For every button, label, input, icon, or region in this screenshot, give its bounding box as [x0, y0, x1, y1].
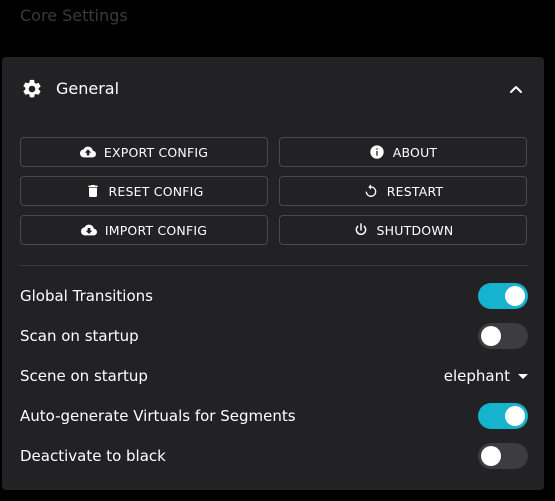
- shutdown-button[interactable]: SHUTDOWN: [279, 215, 527, 245]
- import-config-button[interactable]: IMPORT CONFIG: [20, 215, 268, 245]
- auto-generate-toggle[interactable]: [478, 403, 528, 429]
- restart-icon: [365, 184, 377, 197]
- toggle-knob: [481, 446, 501, 466]
- restart-label: RESTART: [386, 183, 444, 199]
- global-transitions-toggle[interactable]: [478, 283, 528, 309]
- scene-on-startup-label: Scene on startup: [20, 367, 148, 385]
- scan-on-startup-label: Scan on startup: [20, 327, 139, 345]
- about-label: ABOUT: [392, 144, 438, 160]
- reset-config-button[interactable]: RESET CONFIG: [20, 176, 268, 206]
- power-icon: [355, 223, 366, 235]
- general-settings-card: General EXPORT CONFIG ABOUT RESET CONFIG…: [2, 57, 544, 490]
- gear-icon: [23, 79, 41, 98]
- reset-config-label: RESET CONFIG: [108, 183, 204, 199]
- auto-generate-row: Auto-generate Virtuals for Segments: [20, 401, 528, 431]
- card-title: General: [56, 79, 120, 98]
- toggle-knob: [481, 326, 501, 346]
- shutdown-label: SHUTDOWN: [376, 222, 454, 238]
- global-transitions-row: Global Transitions: [20, 281, 528, 311]
- deactivate-row: Deactivate to black: [20, 441, 528, 471]
- toggle-knob: [505, 286, 525, 306]
- import-config-label: IMPORT CONFIG: [104, 222, 208, 238]
- cloud-download-icon: [80, 224, 97, 236]
- export-config-button[interactable]: EXPORT CONFIG: [20, 137, 268, 167]
- page-title: Core Settings: [20, 6, 128, 25]
- scene-on-startup-row: Scene on startup elephant: [20, 361, 528, 391]
- divider: [20, 265, 528, 266]
- cloud-upload-icon: [79, 146, 96, 158]
- scan-on-startup-row: Scan on startup: [20, 321, 528, 351]
- toggle-knob: [505, 406, 525, 426]
- global-transitions-label: Global Transitions: [20, 287, 153, 305]
- auto-generate-label: Auto-generate Virtuals for Segments: [20, 407, 296, 425]
- export-config-label: EXPORT CONFIG: [103, 144, 209, 160]
- deactivate-toggle[interactable]: [478, 443, 528, 469]
- chevron-up-icon[interactable]: [508, 81, 524, 97]
- caret-down-icon: [518, 373, 528, 379]
- scene-select[interactable]: elephant: [444, 367, 528, 385]
- trash-icon: [87, 185, 98, 197]
- scene-select-value: elephant: [443, 367, 510, 385]
- info-icon: [370, 145, 384, 159]
- about-button[interactable]: ABOUT: [279, 137, 527, 167]
- card-header[interactable]: General: [2, 57, 544, 119]
- restart-button[interactable]: RESTART: [279, 176, 527, 206]
- deactivate-label: Deactivate to black: [20, 447, 166, 465]
- scan-on-startup-toggle[interactable]: [478, 323, 528, 349]
